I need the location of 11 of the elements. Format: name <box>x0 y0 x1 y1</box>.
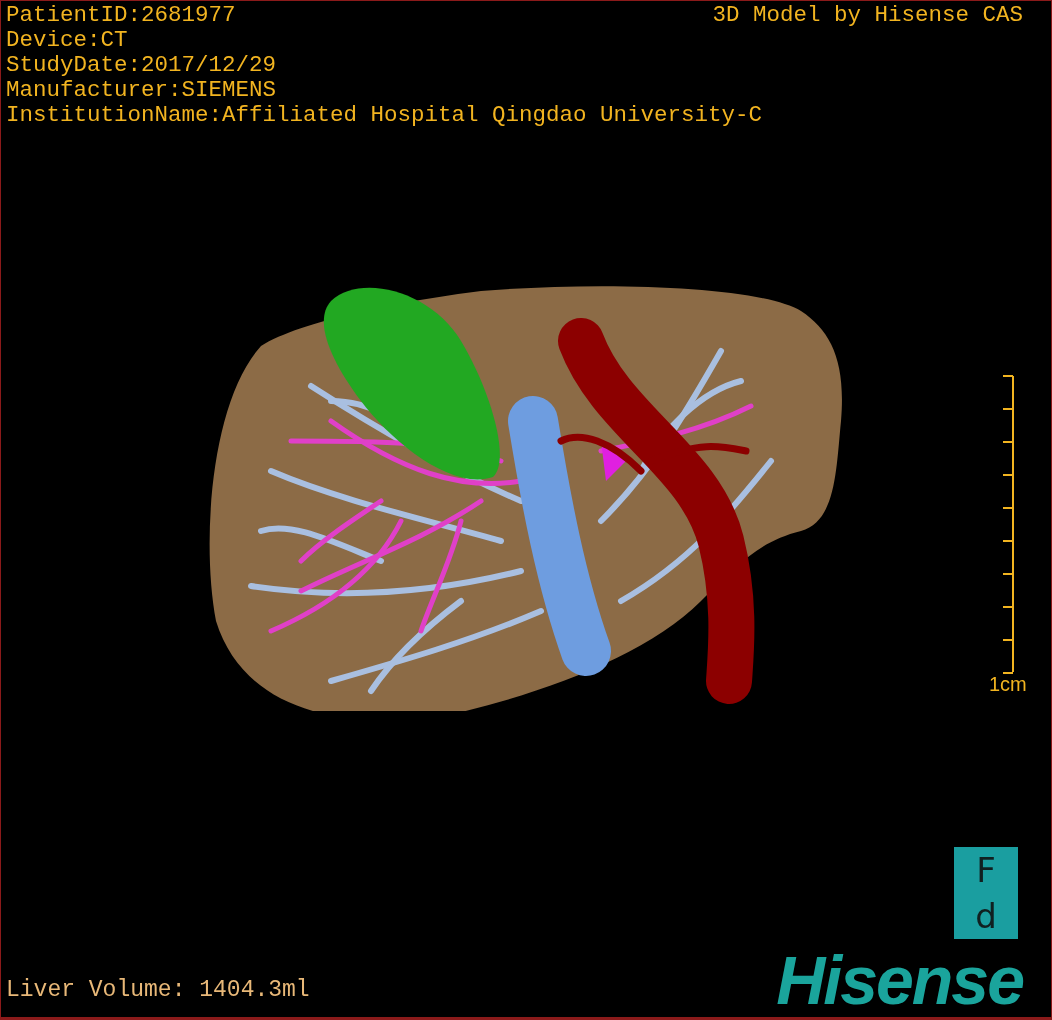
study-info-text: Device:CT <box>6 28 128 53</box>
brand-logo: Hisense <box>776 947 1023 1013</box>
orientation-marker[interactable]: F d <box>954 847 1018 939</box>
liver-volume-text: Liver Volume: 1404.3ml <box>6 977 310 1003</box>
study-info-text: StudyDate:2017/12/29 <box>6 53 277 78</box>
scale-bar-icon <box>1001 374 1014 674</box>
scale-bar-label: 1cm <box>989 674 1027 694</box>
study-info-text: InstitutionName:Affiliated Hospital Qingdao University-C <box>6 103 763 128</box>
study-info-text: PatientID:2681977 <box>6 3 236 28</box>
study-info-text: Manufacturer:SIEMENS <box>6 78 277 103</box>
viewer-title: 3D Model by Hisense CAS <box>712 3 1023 28</box>
